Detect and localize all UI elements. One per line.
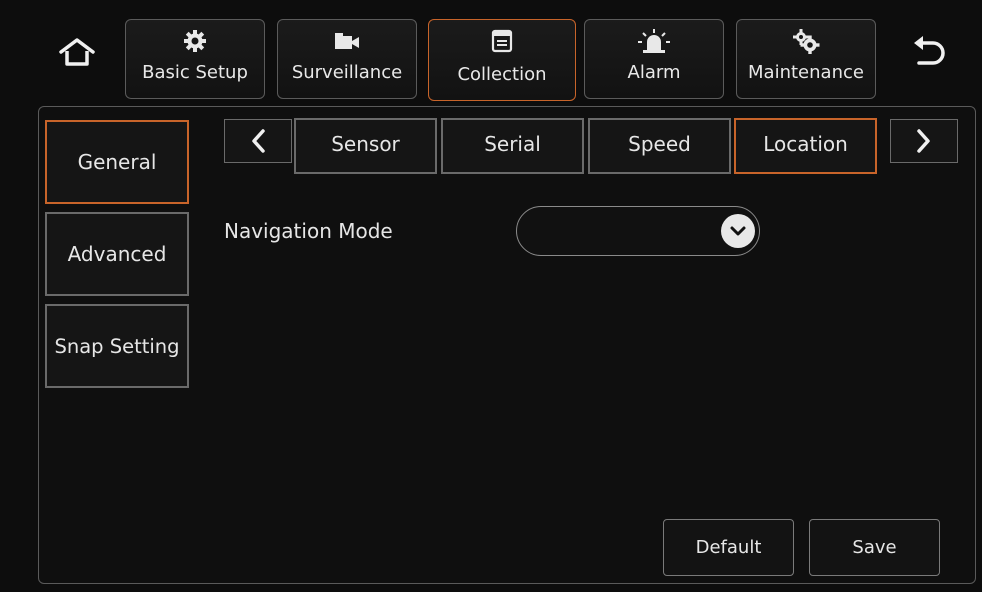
sidebar-item-label: Advanced: [67, 242, 167, 266]
chevron-right-icon: [917, 129, 930, 153]
sub-tab-next-button[interactable]: [890, 119, 958, 163]
default-button-label: Default: [695, 537, 762, 558]
navigation-mode-label: Navigation Mode: [224, 219, 393, 243]
tab-label: Basic Setup: [142, 62, 248, 83]
tab-maintenance[interactable]: Maintenance: [736, 19, 876, 99]
sub-tab-label: Sensor: [331, 132, 400, 156]
chevron-left-icon: [252, 129, 265, 153]
sub-tab-serial[interactable]: Serial: [441, 118, 584, 174]
chevron-down-icon: [721, 214, 755, 248]
home-button[interactable]: [42, 22, 112, 82]
sub-tab-label: Location: [763, 132, 848, 156]
back-icon: [914, 36, 945, 65]
screen: Basic Setup Surveillance Collection Alar…: [0, 0, 982, 592]
tab-basic-setup[interactable]: Basic Setup: [125, 19, 265, 99]
tab-surveillance[interactable]: Surveillance: [277, 19, 417, 99]
sidebar-item-advanced[interactable]: Advanced: [45, 212, 189, 296]
tab-label: Maintenance: [748, 62, 864, 83]
save-button-label: Save: [852, 537, 897, 558]
gear-icon: [184, 30, 206, 52]
document-icon: [491, 29, 513, 53]
save-button[interactable]: Save: [809, 519, 940, 576]
sub-tab-prev-button[interactable]: [224, 119, 292, 163]
sub-tab-speed[interactable]: Speed: [588, 118, 731, 174]
tab-label: Collection: [457, 64, 547, 85]
home-icon: [59, 38, 95, 66]
navigation-mode-dropdown[interactable]: [516, 206, 760, 256]
tab-alarm[interactable]: Alarm: [584, 19, 724, 99]
back-button[interactable]: [894, 22, 964, 82]
sidebar-item-general[interactable]: General: [45, 120, 189, 204]
tab-label: Alarm: [627, 62, 681, 83]
sidebar-item-snap-setting[interactable]: Snap Setting: [45, 304, 189, 388]
gears-icon: [793, 29, 820, 54]
sub-tab-label: Speed: [628, 132, 691, 156]
tab-collection[interactable]: Collection: [428, 19, 576, 101]
default-button[interactable]: Default: [663, 519, 794, 576]
alarm-light-icon: [638, 29, 670, 53]
sub-tab-sensor[interactable]: Sensor: [294, 118, 437, 174]
sidebar-item-label: General: [77, 150, 157, 174]
sidebar-item-label: Snap Setting: [54, 334, 180, 358]
tab-label: Surveillance: [291, 62, 403, 83]
camera-icon: [335, 33, 359, 49]
sub-tab-location[interactable]: Location: [734, 118, 877, 174]
sub-tab-label: Serial: [484, 132, 541, 156]
